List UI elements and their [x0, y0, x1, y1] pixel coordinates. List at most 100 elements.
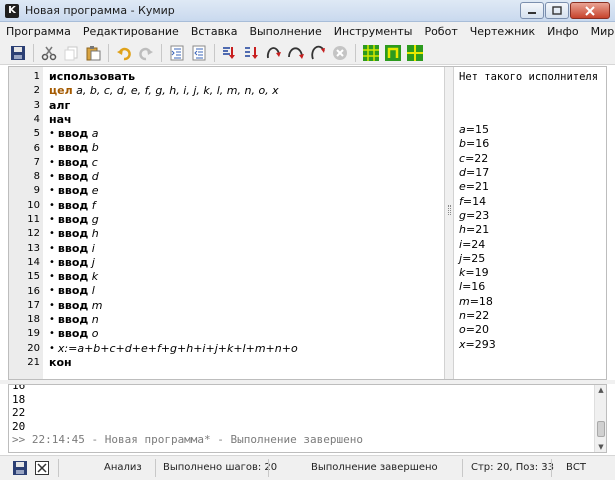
code-line[interactable]: • ввод h: [43, 227, 443, 241]
paste-button[interactable]: [83, 43, 103, 63]
line-number: 9: [33, 185, 40, 197]
code-area[interactable]: использовать цел a, b, c, d, e, f, g, h, …: [43, 67, 443, 379]
indent-bullet-icon: •: [49, 199, 55, 211]
margin-value: j=25: [455, 252, 606, 266]
indent-bullet-icon: •: [49, 285, 55, 297]
code-identifier: a, b, c, d, e, f, g, h, i, j, k, l, m, n…: [72, 84, 279, 98]
code-line[interactable]: алг: [43, 99, 443, 113]
redo-button[interactable]: [136, 43, 156, 63]
code-line[interactable]: • ввод c: [43, 156, 443, 170]
margin-splitter[interactable]: [444, 67, 454, 379]
code-keyword: ввод: [57, 198, 89, 212]
save-icon[interactable]: [12, 460, 28, 476]
code-line[interactable]: • ввод d: [43, 170, 443, 184]
code-keyword: кон: [49, 355, 72, 369]
menu-insert[interactable]: Вставка: [191, 25, 238, 38]
run-button[interactable]: [220, 43, 240, 63]
console-output[interactable]: 16 18 22 20 >> 22:14:45 - Новая программ…: [8, 384, 607, 453]
code-line[interactable]: • ввод n: [43, 313, 443, 327]
code-line[interactable]: нач: [43, 113, 443, 127]
indent-bullet-icon: •: [49, 242, 55, 254]
code-keyword: ввод: [57, 184, 89, 198]
scroll-thumb[interactable]: [597, 421, 605, 437]
robot-button[interactable]: [361, 43, 381, 63]
menu-drawer[interactable]: Чертежник: [470, 25, 535, 38]
step-out-button[interactable]: [308, 43, 328, 63]
code-line[interactable]: цел a, b, c, d, e, f, g, h, i, j, k, l, …: [43, 84, 443, 98]
menu-info[interactable]: Инфо: [547, 25, 579, 38]
margin-value: d=17: [455, 166, 606, 180]
code-identifier: a: [88, 127, 99, 141]
close-tab-icon[interactable]: [34, 460, 50, 476]
step-over-button[interactable]: [286, 43, 306, 63]
code-line[interactable]: • ввод a: [43, 127, 443, 141]
menu-edit[interactable]: Редактирование: [83, 25, 179, 38]
save-button[interactable]: [8, 43, 28, 63]
code-line[interactable]: кон: [43, 356, 443, 370]
code-identifier: b: [88, 141, 99, 155]
draw-button[interactable]: [383, 43, 403, 63]
copy-button[interactable]: [61, 43, 81, 63]
status-steps: Выполнено шагов: 20: [163, 462, 278, 473]
step-button[interactable]: [242, 43, 262, 63]
undo-icon: [117, 47, 131, 60]
code-keyword: нач: [49, 112, 72, 126]
margin-value: [455, 95, 606, 109]
code-line[interactable]: • ввод l: [43, 284, 443, 298]
scroll-up-icon[interactable]: ▲: [595, 386, 606, 394]
code-line[interactable]: • ввод b: [43, 141, 443, 155]
console-log-line: >> 22:14:45 - Новая программа* - Выполне…: [12, 433, 363, 446]
margin-error-message: Нет такого исполнителя: [455, 70, 606, 84]
code-line[interactable]: использовать: [43, 70, 443, 84]
menu-worlds[interactable]: Миры: [591, 25, 615, 38]
editor[interactable]: 1 2 3 4 5 6 7 8 9 10 11 12 13 14 15 16 17 18 19 20 21 исполь…: [8, 66, 607, 380]
margin-variable: e: [459, 180, 466, 194]
code-line[interactable]: • ввод o: [43, 327, 443, 341]
margin-variable: g: [459, 208, 466, 222]
code-keyword: ввод: [57, 227, 89, 241]
maximize-button[interactable]: [545, 2, 569, 19]
code-line[interactable]: • ввод j: [43, 256, 443, 270]
minimize-button[interactable]: [520, 2, 544, 19]
indent-button[interactable]: [167, 43, 187, 63]
menu-robot[interactable]: Робот: [424, 25, 457, 38]
step-into-button[interactable]: [264, 43, 284, 63]
line-number: 13: [27, 242, 40, 254]
menu-program[interactable]: Программа: [6, 25, 71, 38]
draw-icon: [385, 44, 401, 61]
console-scrollbar[interactable]: ▲ ▼: [594, 385, 606, 452]
unindent-button[interactable]: [189, 43, 209, 63]
margin-panel: Нет такого исполнителя a=15 b=16 c=22 d=17 e=…: [455, 67, 606, 379]
margin-text: =18: [469, 294, 493, 308]
menu-tools[interactable]: Инструменты: [334, 25, 413, 38]
margin-text: =14: [462, 194, 487, 208]
margin-text: Нет такого исполнителя: [459, 71, 599, 83]
indent-bullet-icon: •: [49, 256, 55, 268]
undo-button[interactable]: [114, 43, 134, 63]
code-line[interactable]: • ввод f: [43, 199, 443, 213]
margin-variable: m: [459, 294, 470, 308]
code-identifier: h: [88, 227, 99, 241]
code-keyword: ввод: [57, 298, 89, 312]
menu-run[interactable]: Выполнение: [249, 25, 321, 38]
margin-text: =293: [465, 337, 496, 351]
indent-bullet-icon: •: [49, 271, 55, 283]
close-button[interactable]: [570, 2, 610, 19]
run-icon: [223, 46, 235, 59]
turtle-button[interactable]: [405, 43, 425, 63]
code-line[interactable]: • ввод e: [43, 184, 443, 198]
line-number: 8: [33, 171, 40, 183]
scroll-down-icon[interactable]: ▼: [595, 443, 606, 451]
margin-value: b=16: [455, 137, 606, 151]
code-line[interactable]: • ввод i: [43, 242, 443, 256]
code-line[interactable]: • ввод m: [43, 299, 443, 313]
margin-variable: d: [459, 166, 466, 180]
stop-icon: [333, 45, 347, 60]
code-line[interactable]: • ввод g: [43, 213, 443, 227]
line-number: 3: [33, 99, 40, 111]
cut-button[interactable]: [39, 43, 59, 63]
stop-button[interactable]: [330, 43, 350, 63]
code-keyword: ввод: [57, 141, 89, 155]
code-line[interactable]: • x:=a+b+c+d+e+f+g+h+i+j+k+l+m+n+o: [43, 342, 443, 356]
code-line[interactable]: • ввод k: [43, 270, 443, 284]
